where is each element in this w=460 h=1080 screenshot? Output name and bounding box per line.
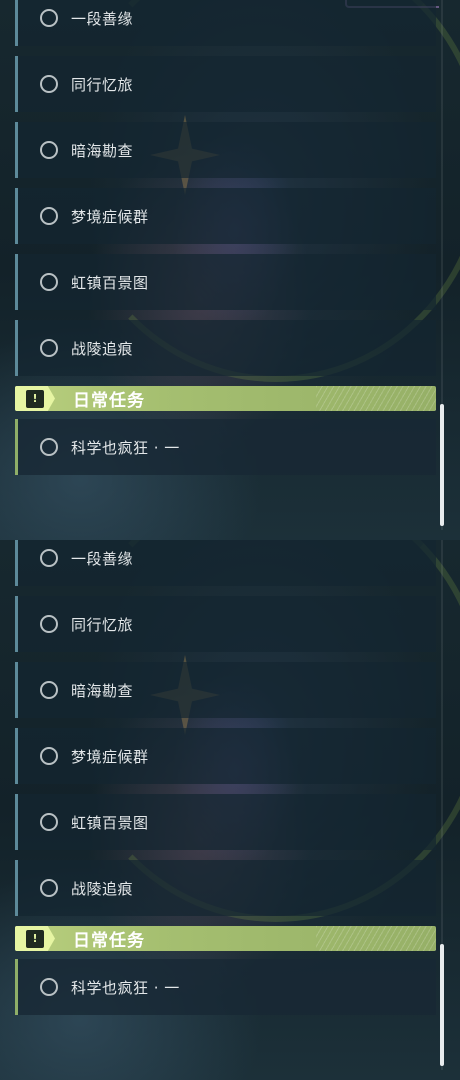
quest-item[interactable]: 虹镇百景图 — [15, 794, 436, 850]
quest-item[interactable]: 战陵追痕 — [15, 860, 436, 916]
quest-status-circle-icon — [40, 615, 58, 633]
quest-label: 梦境症候群 — [71, 747, 149, 766]
quest-status-circle-icon — [40, 75, 58, 93]
quest-panel-bottom: 一段善缘 同行忆旅 暗海勘查 梦境症候群 虹镇百景图 战陵追痕 ! 日常任务 科… — [0, 540, 460, 1080]
quest-label: 虹镇百景图 — [71, 273, 149, 292]
quest-item[interactable]: 一段善缘 — [15, 0, 436, 46]
quest-list: 一段善缘 同行忆旅 暗海勘查 梦境症候群 虹镇百景图 战陵追痕 ! 日常任务 科… — [15, 0, 436, 485]
daily-quests-header[interactable]: ! 日常任务 — [15, 926, 436, 951]
quest-status-circle-icon — [40, 141, 58, 159]
header-hatch-decoration — [316, 926, 436, 951]
scrollbar-thumb[interactable] — [440, 404, 444, 526]
section-title: 日常任务 — [73, 391, 145, 411]
quest-label: 同行忆旅 — [71, 75, 134, 94]
section-icon-box: ! — [15, 386, 55, 411]
quest-status-circle-icon — [40, 9, 58, 27]
quest-status-circle-icon — [40, 273, 58, 291]
scrollbar-thumb[interactable] — [440, 944, 444, 1066]
quest-label: 科学也疯狂 · 一 — [71, 978, 180, 997]
quest-label: 暗海勘查 — [71, 681, 134, 700]
quest-item[interactable]: 梦境症候群 — [15, 728, 436, 784]
quest-status-circle-icon — [40, 549, 58, 567]
quest-label: 暗海勘查 — [71, 141, 134, 160]
quest-item[interactable]: 虹镇百景图 — [15, 254, 436, 310]
quest-item[interactable]: 战陵追痕 — [15, 320, 436, 376]
daily-quest-item[interactable]: 科学也疯狂 · 一 — [15, 959, 436, 1015]
quest-label: 一段善缘 — [71, 549, 134, 568]
exclamation-box-icon: ! — [26, 929, 44, 948]
exclamation-box-icon: ! — [26, 389, 44, 408]
quest-item[interactable]: 同行忆旅 — [15, 596, 436, 652]
quest-status-circle-icon — [40, 813, 58, 831]
quest-item[interactable]: 一段善缘 — [15, 540, 436, 586]
quest-status-circle-icon — [40, 339, 58, 357]
section-icon-box: ! — [15, 926, 55, 951]
quest-status-circle-icon — [40, 207, 58, 225]
quest-status-circle-icon — [40, 978, 58, 996]
quest-label: 虹镇百景图 — [71, 813, 149, 832]
quest-status-circle-icon — [40, 681, 58, 699]
quest-panel-top: 一段善缘 同行忆旅 暗海勘查 梦境症候群 虹镇百景图 战陵追痕 ! 日常任务 科… — [0, 0, 460, 540]
quest-list: 一段善缘 同行忆旅 暗海勘查 梦境症候群 虹镇百景图 战陵追痕 ! 日常任务 科… — [15, 540, 436, 1025]
daily-quests-header[interactable]: ! 日常任务 — [15, 386, 436, 411]
quest-status-circle-icon — [40, 879, 58, 897]
quest-status-circle-icon — [40, 747, 58, 765]
header-hatch-decoration — [316, 386, 436, 411]
quest-label: 梦境症候群 — [71, 207, 149, 226]
quest-label: 战陵追痕 — [71, 879, 134, 898]
quest-item[interactable]: 暗海勘查 — [15, 122, 436, 178]
section-title: 日常任务 — [73, 931, 145, 951]
quest-label: 战陵追痕 — [71, 339, 134, 358]
quest-item[interactable]: 暗海勘查 — [15, 662, 436, 718]
quest-label: 科学也疯狂 · 一 — [71, 438, 180, 457]
daily-quest-item[interactable]: 科学也疯狂 · 一 — [15, 419, 436, 475]
quest-label: 一段善缘 — [71, 9, 134, 28]
quest-status-circle-icon — [40, 438, 58, 456]
quest-item[interactable]: 梦境症候群 — [15, 188, 436, 244]
quest-label: 同行忆旅 — [71, 615, 134, 634]
quest-item[interactable]: 同行忆旅 — [15, 56, 436, 112]
